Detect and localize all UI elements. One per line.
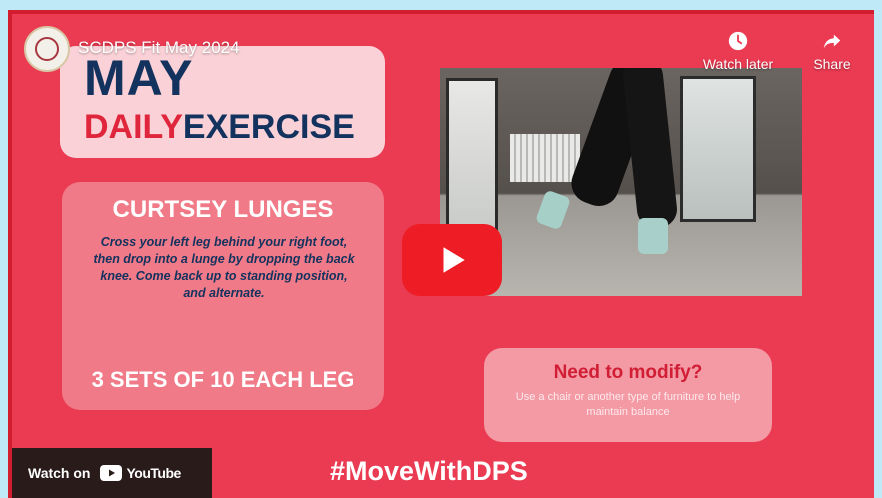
modify-title: Need to modify? bbox=[553, 362, 703, 383]
watch-on-youtube-button[interactable]: Watch on YouTube bbox=[12, 448, 212, 498]
youtube-logo-icon bbox=[100, 465, 123, 481]
title-daily-word: DAILY bbox=[84, 108, 183, 146]
video-player[interactable]: MAY DAILYEXERCISE CURTSEY LUNGES Cross y… bbox=[12, 14, 874, 498]
youtube-wordmark: YouTube bbox=[126, 465, 181, 481]
watch-on-label: Watch on bbox=[28, 465, 91, 481]
exercise-card: CURTSEY LUNGES Cross your left leg behin… bbox=[62, 182, 384, 410]
clock-icon bbox=[728, 31, 748, 51]
youtube-logo: YouTube bbox=[100, 465, 181, 481]
video-title[interactable]: SCDPS Fit May 2024 bbox=[78, 38, 240, 58]
watch-later-label: Watch later bbox=[702, 56, 774, 72]
title-may: MAY bbox=[84, 50, 194, 106]
modify-description: Use a chair or another type of furniture… bbox=[515, 391, 741, 418]
crest-icon bbox=[35, 37, 59, 61]
title-exercise-word: EXERCISE bbox=[182, 108, 355, 146]
play-button[interactable] bbox=[402, 224, 502, 296]
exercise-sets: 3 SETS OF 10 EACH LEG bbox=[91, 367, 355, 392]
play-icon bbox=[443, 247, 465, 273]
share-arrow-icon bbox=[823, 34, 841, 49]
hashtag: #MoveWithDPS bbox=[330, 456, 528, 486]
share-label: Share bbox=[813, 56, 851, 72]
watch-later-button[interactable]: Watch later bbox=[695, 30, 781, 72]
exercise-description: Cross your left leg behind your right fo… bbox=[93, 235, 355, 300]
title-daily-exercise: DAILYEXERCISE bbox=[84, 108, 355, 146]
share-button[interactable]: Share bbox=[802, 30, 862, 72]
channel-avatar[interactable] bbox=[24, 26, 70, 72]
exercise-name: CURTSEY LUNGES bbox=[112, 196, 334, 223]
title-card: MAY DAILYEXERCISE bbox=[60, 46, 385, 158]
modify-card: Need to modify? Use a chair or another t… bbox=[484, 348, 772, 442]
